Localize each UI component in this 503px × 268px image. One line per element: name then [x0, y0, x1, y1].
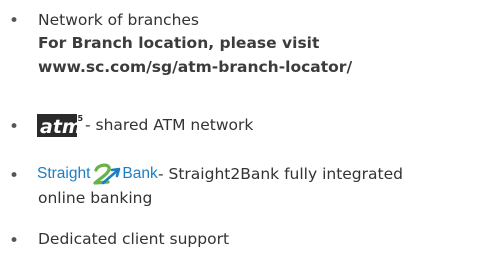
straight2bank-logo-icon: Straight Bank: [37, 161, 158, 187]
s2b-logo-right: Bank: [122, 165, 158, 182]
client-support-text: Dedicated client support: [38, 230, 230, 248]
s2b-logo-left: Straight: [37, 165, 91, 182]
straight2bank-text-line1: - Straight2Bank fully integrated: [158, 165, 403, 183]
branch-locator-link[interactable]: www.sc.com/sg/atm-branch-locator/: [38, 57, 352, 78]
atm-logo-text: atm: [40, 116, 82, 138]
bullet: •: [9, 166, 20, 186]
atm-network-text: - shared ATM network: [85, 116, 254, 134]
bullet: •: [9, 117, 20, 137]
bullet: •: [9, 11, 20, 31]
s2b-two-icon: [93, 163, 121, 185]
bullet: •: [9, 231, 20, 251]
straight2bank-text-line2: online banking: [38, 189, 153, 207]
atm5-logo-icon: atm 5: [37, 114, 84, 138]
atm-logo-superscript: 5: [78, 114, 84, 123]
branches-text: Network of branches: [38, 11, 200, 29]
branch-location-note: For Branch location, please visit: [38, 34, 320, 52]
